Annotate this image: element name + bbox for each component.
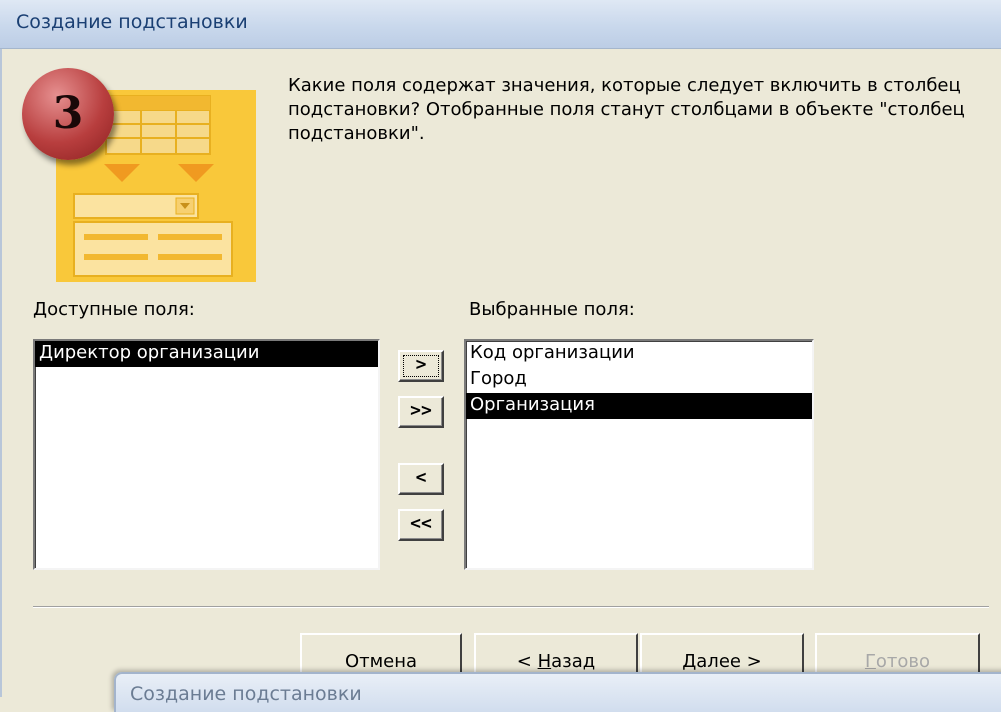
- cancel-button-label: Отмена: [344, 651, 418, 672]
- list-item[interactable]: Город: [466, 367, 812, 393]
- step-number: 3: [52, 88, 84, 139]
- list-item[interactable]: Организация: [466, 393, 812, 419]
- selected-fields-list[interactable]: Код организации Город Организация: [464, 339, 814, 570]
- separator: [33, 606, 989, 608]
- window-title: Создание подстановки: [16, 11, 248, 33]
- back-button-accelerator: Н: [537, 651, 552, 672]
- next-button-label: алее >: [696, 651, 762, 672]
- title-bar[interactable]: Создание подстановки: [0, 0, 1001, 49]
- question-text: Какие поля содержат значения, которые сл…: [288, 75, 965, 144]
- next-button-accelerator: Д: [682, 651, 697, 672]
- add-all-fields-button[interactable]: >>: [398, 396, 444, 428]
- selected-fields-label: Выбранные поля:: [469, 299, 635, 320]
- remove-field-button[interactable]: <: [398, 463, 444, 495]
- add-field-button[interactable]: >: [398, 350, 444, 382]
- finish-button-accelerator: Г: [864, 651, 876, 672]
- back-button-prefix: <: [516, 651, 538, 672]
- list-item[interactable]: Код организации: [466, 341, 812, 367]
- overlapping-dialog-title: Создание подстановки: [130, 683, 362, 705]
- remove-all-fields-button[interactable]: <<: [398, 509, 444, 541]
- available-fields-label: Доступные поля:: [33, 299, 195, 320]
- overlapping-dialog-window[interactable]: Создание подстановки: [114, 672, 1001, 712]
- back-button-label: азад: [551, 651, 596, 672]
- finish-button-label: отово: [875, 651, 931, 672]
- list-item[interactable]: Директор организации: [35, 341, 378, 367]
- available-fields-list[interactable]: Директор организации: [33, 339, 380, 570]
- step-number-badge: 3: [22, 68, 114, 160]
